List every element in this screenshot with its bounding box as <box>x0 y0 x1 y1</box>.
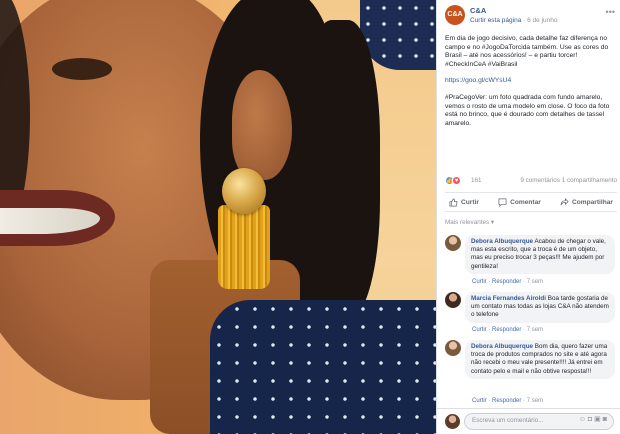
earring-tassel <box>218 205 270 289</box>
commenter-avatar[interactable] <box>445 340 461 356</box>
comment-actions: Curtir · Responder · 7 sem <box>472 398 544 404</box>
photo-eye <box>52 58 112 80</box>
share-count[interactable]: 1 compartilhamento <box>562 177 617 184</box>
reaction-bar: 👍♥ 161 9 comentários 1 compartilhamento <box>445 175 617 187</box>
love-reaction-icon: ♥ <box>452 176 461 185</box>
comment-input-placeholder: Escreva um comentário... <box>472 417 544 424</box>
like-button[interactable]: Curtir <box>449 198 479 207</box>
emoji-icon[interactable]: ☺ <box>579 416 588 423</box>
comment-bubble: Debora Albuquerque Acabou de chegar o va… <box>465 235 615 274</box>
like-button-label: Curtir <box>461 198 479 206</box>
photo-hair-back <box>300 20 380 320</box>
comment-share-counts: 9 comentários 1 compartilhamento <box>520 177 617 184</box>
comment-reply-link[interactable]: Responder <box>492 398 521 404</box>
post-paragraph: #PraCegoVer: um foto quadrada com fundo … <box>445 93 610 127</box>
comment-count[interactable]: 9 comentários <box>520 177 560 184</box>
more-options-icon[interactable]: ••• <box>606 7 615 17</box>
page-avatar[interactable]: C&A <box>445 5 465 25</box>
share-arrow-icon <box>560 197 569 205</box>
comment-time[interactable]: 7 sem <box>527 327 543 333</box>
post-header: C&A C&A Curtir esta página · 6 de junho … <box>445 5 617 27</box>
comment-like-link[interactable]: Curtir <box>472 398 487 404</box>
like-page-link[interactable]: Curtir esta página <box>470 17 521 24</box>
composer-icons: ☺◘▣◙ <box>579 415 609 423</box>
comment-sort-dropdown[interactable]: Mais relevantes ▾ <box>445 219 494 226</box>
commenter-avatar[interactable] <box>445 292 461 308</box>
comment-time[interactable]: 7 sem <box>527 279 543 285</box>
comment-bubble: Debora Albuquerque Bom dia, quero fazer … <box>465 340 615 379</box>
commenter-name[interactable]: Debora Albuquerque <box>471 343 533 350</box>
post-actions: Curtir Comentar Compartilhar <box>445 192 617 212</box>
post-date[interactable]: 6 de junho <box>527 17 557 24</box>
comment-bubble-icon <box>498 198 507 207</box>
post-paragraph: Em dia de jogo decisivo, cada detalhe fa… <box>445 35 609 68</box>
comment-reply-link[interactable]: Responder <box>492 279 521 285</box>
commenter-name[interactable]: Marcia Fernandes Airoldi <box>471 295 546 302</box>
comment-button-label: Comentar <box>510 198 541 206</box>
sticker-icon[interactable]: ◙ <box>603 416 609 423</box>
comment-bubble: Marcia Fernandes Airoldi Boa tarde gosta… <box>465 292 615 323</box>
post-text: Em dia de jogo decisivo, cada detalhe fa… <box>445 35 617 136</box>
comment-like-link[interactable]: Curtir <box>472 279 487 285</box>
post-side-panel: C&A C&A Curtir esta página · 6 de junho … <box>436 0 620 434</box>
comment-time[interactable]: 7 sem <box>527 398 543 404</box>
comment-actions: Curtir · Responder · 7 sem <box>472 327 544 333</box>
reaction-count[interactable]: 161 <box>471 177 482 184</box>
comment-reply-link[interactable]: Responder <box>492 327 521 333</box>
photo-jacket <box>210 300 436 434</box>
share-button[interactable]: Compartilhar <box>560 197 613 207</box>
comment-button[interactable]: Comentar <box>498 198 541 207</box>
post-meta: Curtir esta página · 6 de junho <box>470 17 557 24</box>
earring-gold-disc <box>222 168 266 214</box>
post-link[interactable]: https://goo.gl/cWYsU4 <box>445 77 617 86</box>
gif-icon[interactable]: ▣ <box>594 416 603 423</box>
commenter-name[interactable]: Debora Albuquerque <box>471 238 533 245</box>
comment-input[interactable]: Escreva um comentário... ☺◘▣◙ <box>464 413 614 430</box>
share-button-label: Compartilhar <box>571 198 613 206</box>
commenter-avatar[interactable] <box>445 235 461 251</box>
comment-like-link[interactable]: Curtir <box>472 327 487 333</box>
reaction-icons[interactable]: 👍♥ <box>445 176 461 185</box>
comment-composer: Escreva um comentário... ☺◘▣◙ <box>437 408 620 434</box>
post-photo[interactable] <box>0 0 436 434</box>
current-user-avatar[interactable] <box>445 414 460 429</box>
page-name[interactable]: C&A <box>470 6 486 15</box>
thumbs-up-icon <box>449 198 458 206</box>
comment-actions: Curtir · Responder · 7 sem <box>472 279 544 285</box>
